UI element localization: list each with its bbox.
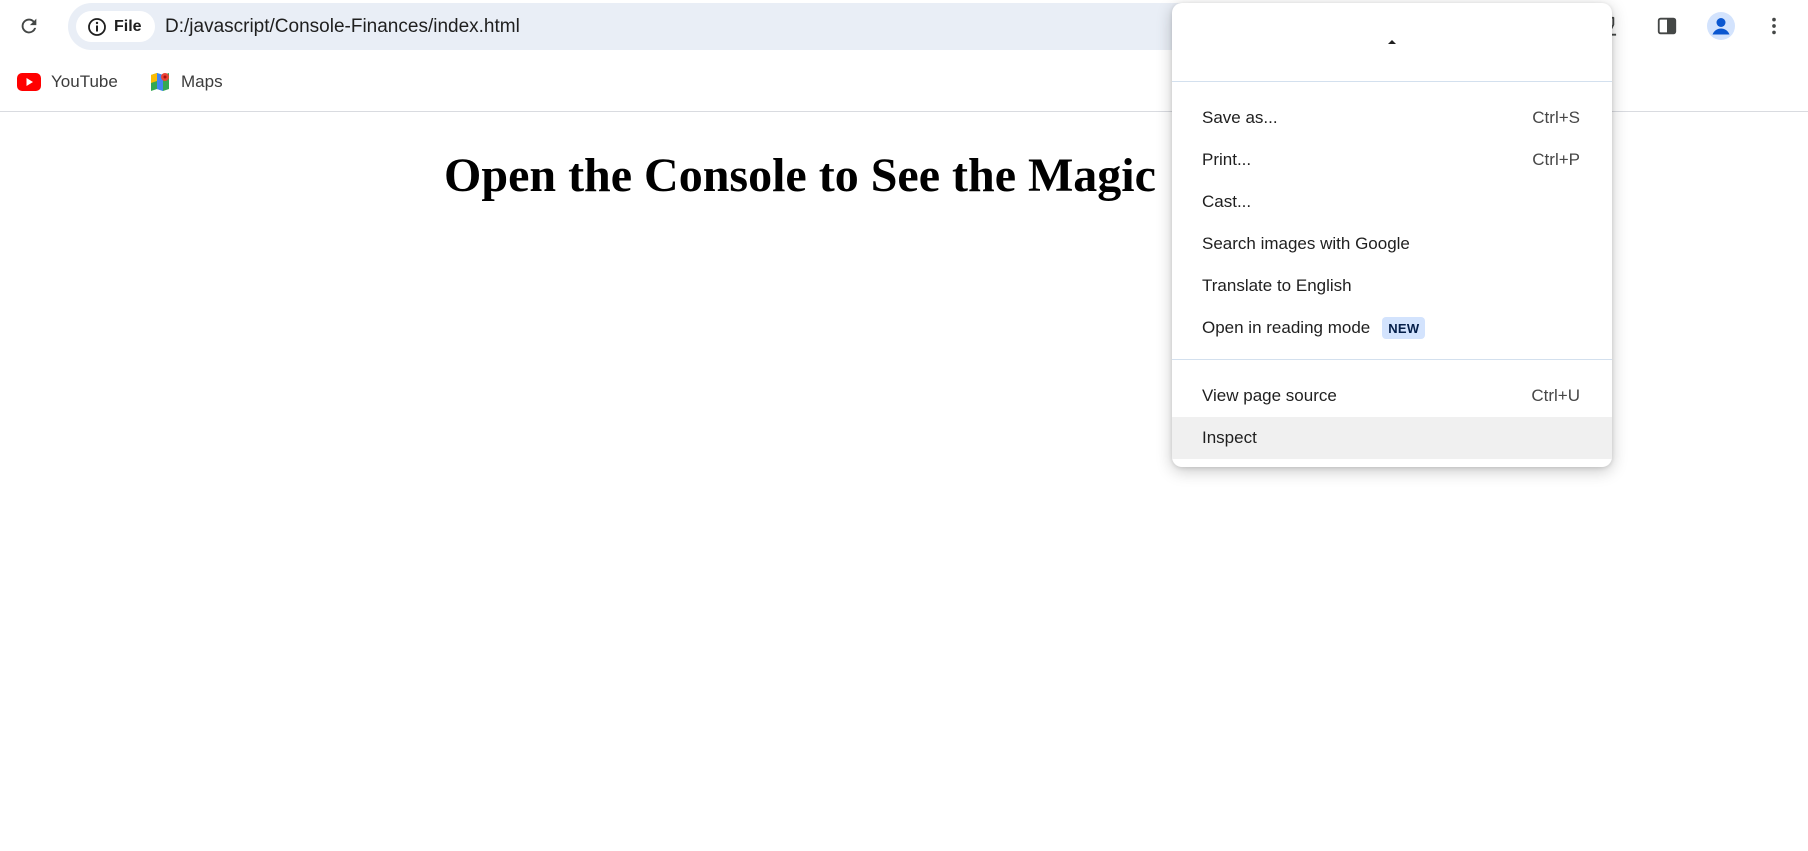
bookmark-label: YouTube: [51, 72, 118, 91]
info-icon: [88, 17, 106, 36]
menu-item-label: Translate to English: [1202, 276, 1352, 295]
menu-item-label: Cast...: [1202, 192, 1252, 211]
side-panel-icon: [1657, 17, 1677, 35]
menu-item-print[interactable]: Print... Ctrl+P: [1172, 139, 1612, 181]
menu-separator: [1172, 81, 1612, 82]
menu-item-view-source[interactable]: View page source Ctrl+U: [1172, 375, 1612, 417]
menu-item-inspect[interactable]: Inspect: [1172, 417, 1612, 459]
menu-item-search-images[interactable]: Search images with Google: [1172, 223, 1612, 265]
reload-button[interactable]: [14, 11, 44, 41]
profile-avatar-icon: [1707, 12, 1735, 40]
profile-button[interactable]: [1704, 9, 1738, 43]
menu-item-label: Inspect: [1202, 428, 1257, 447]
menu-item-label: View page source: [1202, 386, 1337, 405]
url-text[interactable]: D:/javascript/Console-Finances/index.htm…: [165, 16, 520, 38]
google-maps-icon: [151, 73, 169, 91]
menu-item-reading-mode[interactable]: Open in reading mode NEW: [1172, 307, 1612, 349]
side-panel-button[interactable]: [1650, 9, 1684, 43]
menu-item-translate[interactable]: Translate to English: [1172, 265, 1612, 307]
youtube-icon: [17, 73, 41, 91]
chrome-menu-button[interactable]: [1757, 9, 1791, 43]
menu-item-shortcut: Ctrl+U: [1531, 386, 1580, 405]
menu-item-save-as[interactable]: Save as... Ctrl+S: [1172, 97, 1612, 139]
menu-item-shortcut: Ctrl+P: [1532, 150, 1580, 169]
bookmark-label: Maps: [181, 72, 223, 91]
menu-item-cast[interactable]: Cast...: [1172, 181, 1612, 223]
menu-item-label: Search images with Google: [1202, 234, 1410, 253]
bookmark-maps[interactable]: Maps: [143, 64, 229, 100]
menu-item-label: Save as...: [1202, 108, 1278, 127]
scroll-up-arrow-icon: [1388, 40, 1396, 44]
menu-item-label: Print...: [1202, 150, 1252, 169]
site-info-chip[interactable]: File: [76, 11, 155, 42]
bookmark-youtube[interactable]: YouTube: [11, 64, 124, 100]
new-badge: NEW: [1382, 317, 1426, 339]
menu-separator: [1172, 359, 1612, 360]
menu-item-label: Open in reading mode: [1202, 318, 1371, 337]
menu-item-shortcut: Ctrl+S: [1532, 108, 1580, 127]
more-vert-icon: [1772, 17, 1776, 35]
site-chip-label: File: [114, 17, 142, 35]
reload-icon: [21, 18, 37, 34]
context-menu: Save as... Ctrl+S Print... Ctrl+P Cast..…: [1172, 3, 1612, 467]
menu-scroll-up-button[interactable]: [1172, 3, 1612, 81]
